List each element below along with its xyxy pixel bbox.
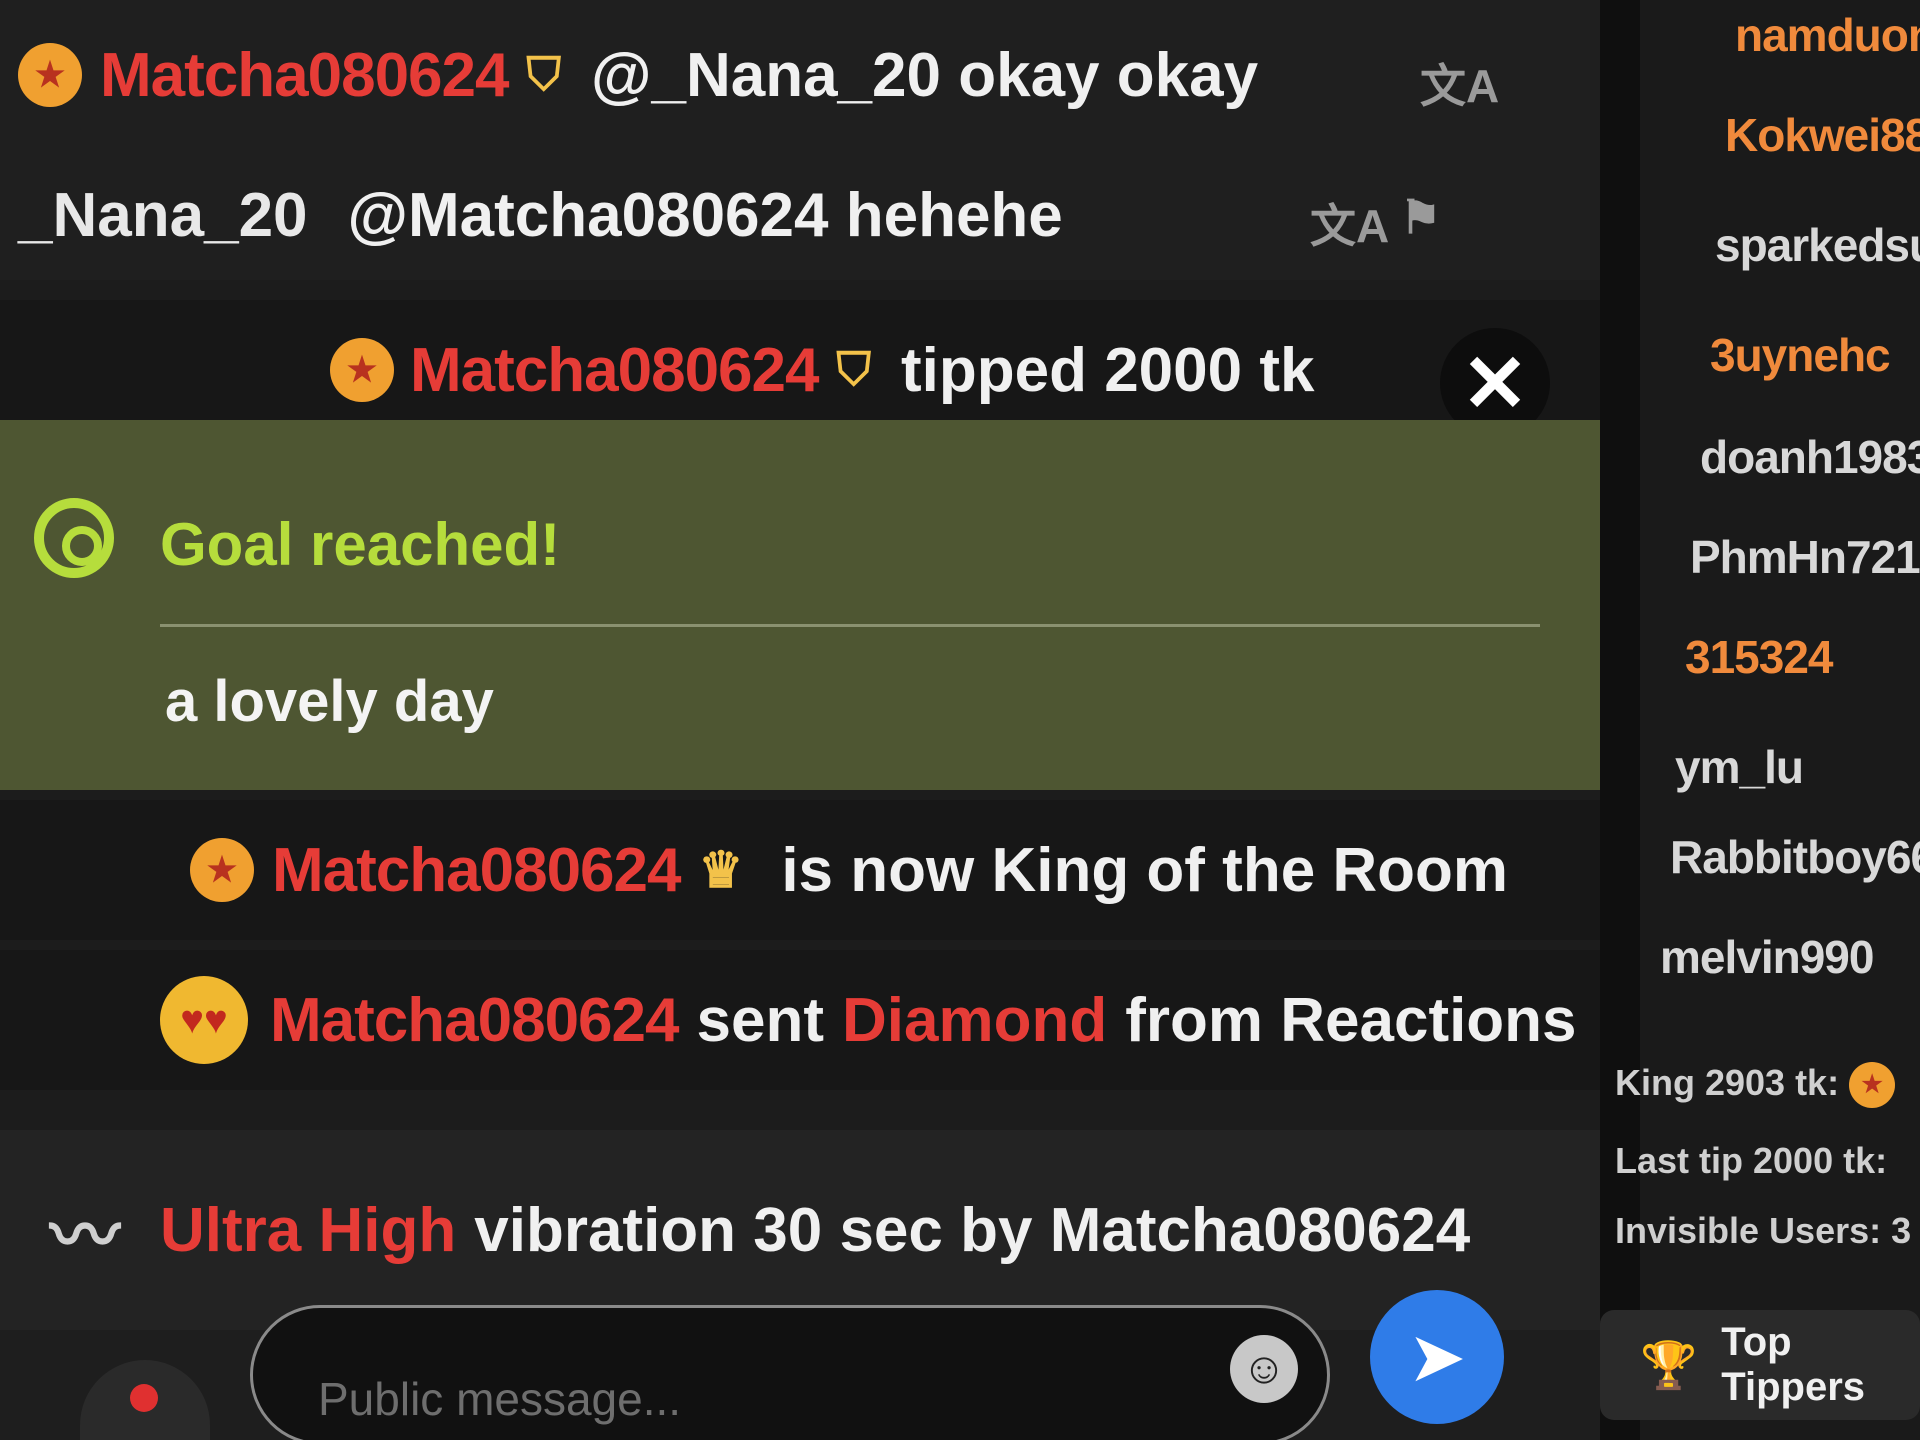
user-list-item[interactable]: melvin990 (1660, 930, 1874, 984)
user-list-item[interactable]: PhmHn7217 (1690, 530, 1920, 584)
public-message-input[interactable] (250, 1305, 1330, 1440)
shield-icon: ⛉ (526, 48, 562, 100)
trophy-icon: 🏆 (1640, 1338, 1698, 1391)
reaction-item: Diamond (841, 985, 1108, 1055)
top-tippers-button[interactable]: 🏆 Top Tippers (1600, 1310, 1920, 1420)
star-badge-icon: ★ (18, 43, 82, 107)
last-tip-stat: Last tip 2000 tk: (1615, 1140, 1887, 1182)
chat-panel: ★ Matcha080624 ⛉ @_Nana_20 okay okay 文A … (0, 0, 1640, 1440)
send-button[interactable]: ➤ (1370, 1290, 1504, 1424)
king-text: is now King of the Room (781, 835, 1509, 905)
invisible-users-stat: Invisible Users: 3 (1615, 1210, 1911, 1252)
vibration-level: Ultra High (160, 1195, 457, 1265)
crown-icon: ♛ (698, 842, 744, 898)
smile-icon[interactable]: ☺ (1230, 1335, 1298, 1403)
chat-username[interactable]: _Nana_20 (18, 180, 308, 251)
top-tippers-label: Top Tippers (1721, 1320, 1866, 1409)
vibration-text: vibration 30 sec by Matcha080624 (474, 1195, 1471, 1265)
king-stat: King 2903 tk: ★ (1615, 1062, 1896, 1109)
vibration-notification: 〰 Ultra High vibration 30 sec by Matcha0… (0, 1130, 1640, 1330)
user-list-item[interactable]: doanh1983 (1700, 430, 1920, 484)
user-list-item[interactable]: Kokwei88 (1725, 108, 1920, 162)
tip-text: tipped 2000 tk (901, 335, 1315, 405)
chat-message: ★ Matcha080624 ⛉ @_Nana_20 okay okay 文A (0, 0, 1618, 150)
shield-icon: ⛉ (836, 343, 872, 395)
reaction-sent: sent (696, 985, 824, 1055)
last-tip-label: Last tip 2000 tk: (1615, 1140, 1888, 1181)
report-icon[interactable]: ⚑ (1400, 190, 1441, 244)
king-notification: ★ Matcha080624 ♛ is now King of the Room (0, 800, 1640, 940)
translate-icon[interactable]: 文A (1420, 50, 1499, 116)
user-list-item[interactable]: ym_lu (1675, 740, 1804, 794)
goal-target-icon (34, 498, 114, 578)
reaction-notification: ♥♥ Matcha080624 sent Diamond from Reacti… (0, 950, 1640, 1090)
tip-username[interactable]: Matcha080624 (410, 335, 819, 406)
send-icon: ➤ (1407, 1318, 1467, 1396)
chat-message: _Nana_20 @Matcha080624 hehehe 文A ⚑ (0, 150, 1618, 280)
tip-notification: ★ Matcha080624 ⛉ tipped 2000 tk (0, 300, 1640, 440)
reaction-username[interactable]: Matcha080624 (270, 985, 679, 1056)
chat-username[interactable]: Matcha080624 (100, 40, 509, 111)
king-label: King 2903 tk: (1615, 1062, 1840, 1103)
reaction-from: from Reactions (1125, 985, 1577, 1055)
translate-icon[interactable]: 文A (1310, 190, 1389, 256)
user-list-item[interactable]: Rabbitboy66 (1670, 830, 1920, 884)
chat-text: @_Nana_20 okay okay (591, 40, 1259, 110)
goal-divider (160, 624, 1540, 627)
user-list-item[interactable]: 3uynehc (1710, 328, 1891, 382)
star-badge-icon: ★ (190, 838, 254, 902)
heart-eyes-emoji-icon: ♥♥ (160, 976, 248, 1064)
vibration-icon: 〰 (50, 1196, 120, 1275)
user-list-item[interactable]: 315324 (1685, 630, 1833, 684)
goal-description: a lovely day (165, 669, 494, 734)
star-badge-icon: ★ (1849, 1062, 1896, 1109)
king-username[interactable]: Matcha080624 (272, 835, 681, 906)
chat-text: @Matcha080624 hehehe (347, 180, 1063, 250)
invisible-users-label: Invisible Users: 3 (1615, 1210, 1912, 1251)
user-list-item[interactable]: sparkedsu (1715, 218, 1920, 272)
user-list-item[interactable]: namduon (1735, 8, 1920, 62)
goal-title: Goal reached! (160, 511, 561, 578)
star-badge-icon: ★ (330, 338, 394, 402)
